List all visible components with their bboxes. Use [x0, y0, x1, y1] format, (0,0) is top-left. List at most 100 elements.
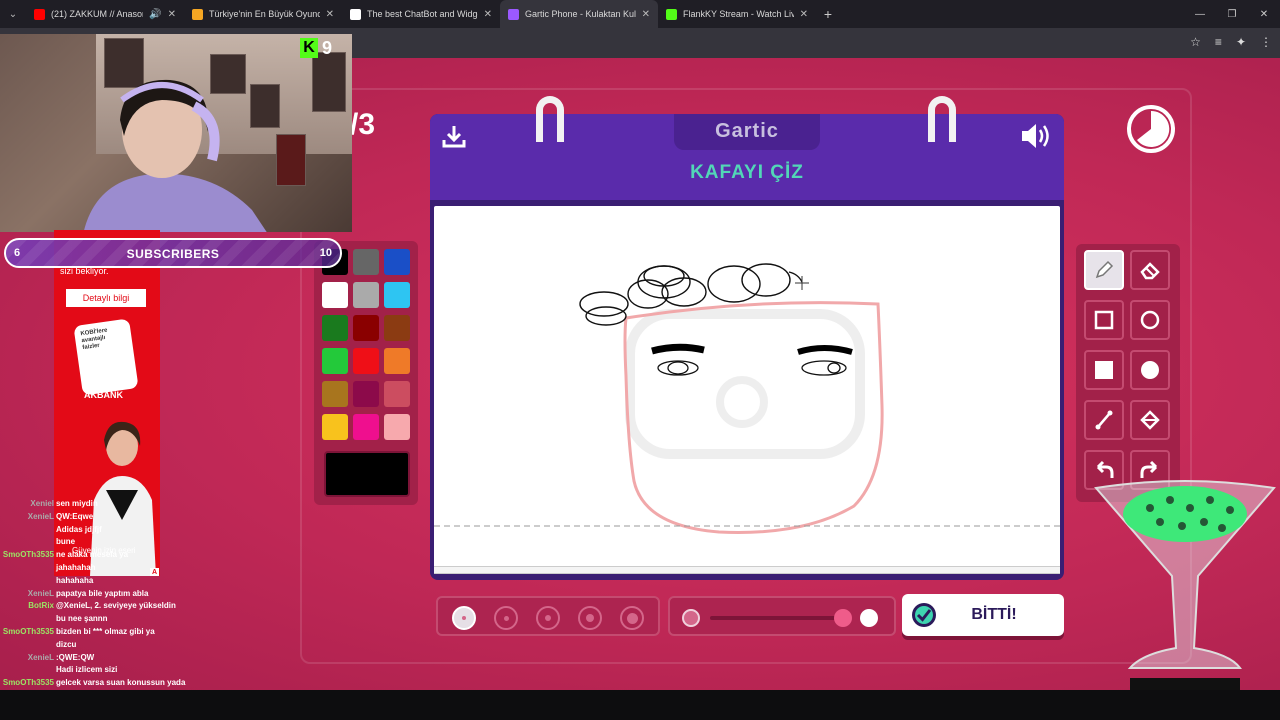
- brush-size-option[interactable]: [578, 606, 602, 630]
- chat-username: [0, 536, 56, 549]
- bucket-tool-button[interactable]: [1130, 400, 1170, 440]
- chat-username: [0, 524, 56, 537]
- current-color-swatch: [324, 451, 410, 497]
- chat-message: BotRix @XenieL, 2. seviyeye yükseldin: [0, 600, 300, 613]
- color-swatch[interactable]: [322, 348, 348, 374]
- minimize-icon[interactable]: —: [1184, 0, 1216, 28]
- tab-title: FlankKY Stream - Watch Live on: [683, 9, 794, 19]
- tab-close-icon[interactable]: ✕: [484, 9, 492, 20]
- download-icon[interactable]: [442, 124, 466, 148]
- brush-size-option[interactable]: [494, 606, 518, 630]
- browser-tab[interactable]: FlankKY Stream - Watch Live on ✕: [658, 0, 816, 28]
- chat-text: @XenieL, 2. seviyeye yükseldin: [56, 601, 176, 611]
- color-swatch[interactable]: [322, 414, 348, 440]
- chat-username: [0, 664, 56, 677]
- new-tab-button[interactable]: +: [816, 6, 840, 22]
- browser-menu-icon[interactable]: ⋮: [1260, 35, 1272, 49]
- chat-message: XenieL QW:Eqwe: [0, 511, 300, 524]
- browser-tab[interactable]: Türkiye'nin En Büyük Oyuncu D ✕: [184, 0, 342, 28]
- taskbar-strip: [0, 690, 1280, 720]
- brush-size-selector: [436, 596, 660, 636]
- drawing-strokes: [434, 263, 1060, 534]
- color-swatch[interactable]: [322, 282, 348, 308]
- color-swatch[interactable]: [384, 249, 410, 275]
- sound-icon[interactable]: [1020, 122, 1052, 150]
- chat-username: SmoOTh3535: [2, 678, 54, 688]
- webcam-feed: K 9: [0, 34, 352, 232]
- color-swatch[interactable]: [384, 348, 410, 374]
- circle-outline-tool-button[interactable]: [1130, 300, 1170, 340]
- drawing-prompt: KAFAYI ÇİZ: [690, 162, 804, 183]
- chat-username: BotRix: [28, 601, 54, 611]
- kick-logo-icon: K: [300, 38, 318, 58]
- line-icon: [1095, 410, 1113, 430]
- color-swatch[interactable]: [353, 249, 379, 275]
- opacity-slider[interactable]: [668, 596, 896, 636]
- brush-size-option[interactable]: [620, 606, 644, 630]
- color-swatch[interactable]: [353, 282, 379, 308]
- brush-size-option[interactable]: [452, 606, 476, 630]
- close-window-icon[interactable]: ✕: [1248, 0, 1280, 28]
- browser-tab[interactable]: Gartic Phone - Kulaktan Kulağa ✕: [500, 0, 658, 28]
- brush-dot-icon: [545, 615, 551, 621]
- chat-text: Hadi izlicem sizi: [56, 665, 118, 675]
- browser-tab[interactable]: The best ChatBot and Widgets ✕: [342, 0, 500, 28]
- color-swatch[interactable]: [353, 381, 379, 407]
- tab-favicon-icon: [666, 8, 677, 20]
- chat-username: [0, 562, 56, 575]
- tab-close-icon[interactable]: ✕: [642, 9, 650, 20]
- extensions-icon[interactable]: ✦: [1236, 35, 1246, 49]
- round-counter: /3: [350, 108, 376, 141]
- tab-audio-icon[interactable]: 🔊: [149, 9, 161, 20]
- color-swatch[interactable]: [384, 381, 410, 407]
- subs-goal: 10: [319, 247, 332, 259]
- chat-message: XenieL papatya bile yaptım abla: [0, 588, 300, 601]
- color-swatch[interactable]: [322, 315, 348, 341]
- chat-message: dizcu: [0, 639, 300, 652]
- eraser-tool-button[interactable]: [1130, 250, 1170, 290]
- drawing-canvas[interactable]: [434, 206, 1060, 568]
- brush-size-option[interactable]: [536, 606, 560, 630]
- eraser-icon: [1140, 262, 1160, 280]
- circle-fill-tool-button[interactable]: [1130, 350, 1170, 390]
- chat-message: XenieL:QWE:QW: [0, 652, 300, 665]
- media-control-icon[interactable]: ≡: [1215, 35, 1222, 49]
- chat-text: QW:Eqwe: [56, 511, 94, 521]
- chat-text: bu nee şannn: [56, 614, 108, 624]
- tab-search-icon[interactable]: ⌄: [0, 0, 26, 28]
- chat-message: Xeniel sen miydin: [0, 498, 300, 511]
- tab-close-icon[interactable]: ✕: [168, 9, 176, 20]
- browser-tab[interactable]: (21) ZAKKUM // Anason - Yo 🔊 ✕: [26, 0, 184, 28]
- color-swatch[interactable]: [353, 315, 379, 341]
- opacity-handle[interactable]: [834, 609, 852, 627]
- opacity-min-icon: [682, 609, 700, 627]
- color-swatch[interactable]: [322, 381, 348, 407]
- color-swatch[interactable]: [353, 348, 379, 374]
- ad-details-button[interactable]: Detaylı bilgi: [66, 289, 146, 307]
- bookmark-star-icon[interactable]: ☆: [1190, 35, 1201, 49]
- tab-close-icon[interactable]: ✕: [326, 9, 334, 20]
- chat-username: SmoOTh3535: [2, 550, 54, 560]
- chat-text: dizcu: [56, 639, 77, 649]
- maximize-icon[interactable]: ❐: [1216, 0, 1248, 28]
- opacity-track[interactable]: [710, 616, 850, 620]
- chat-message: bu nee şannn: [0, 613, 300, 626]
- notebook-pages: [434, 566, 1060, 574]
- rectangle-fill-tool-button[interactable]: [1084, 350, 1124, 390]
- chat-username: XenieL: [27, 511, 54, 521]
- pencil-tool-button[interactable]: [1084, 250, 1124, 290]
- done-button[interactable]: BİTTİ!: [902, 594, 1064, 636]
- brush-dot-icon: [626, 612, 638, 624]
- chat-message: bune: [0, 536, 300, 549]
- tab-close-icon[interactable]: ✕: [800, 9, 808, 20]
- color-swatch[interactable]: [384, 414, 410, 440]
- chat-username: XenieL: [27, 652, 54, 662]
- color-swatch[interactable]: [384, 282, 410, 308]
- color-swatch[interactable]: [384, 315, 410, 341]
- color-swatch[interactable]: [353, 414, 379, 440]
- tool-panel: [1076, 244, 1180, 502]
- rectangle-outline-tool-button[interactable]: [1084, 300, 1124, 340]
- line-tool-button[interactable]: [1084, 400, 1124, 440]
- chat-username: SmoOTh3535: [2, 626, 54, 636]
- chat-username: Xeniel: [30, 499, 54, 508]
